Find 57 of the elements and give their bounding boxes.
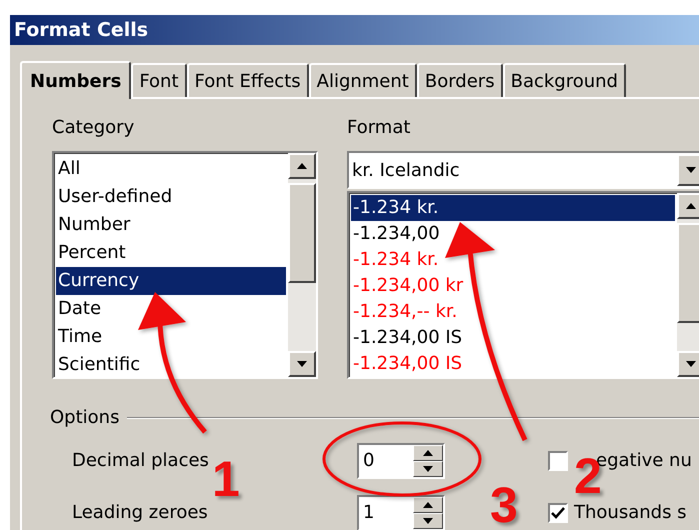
- down-arrow-icon: [686, 167, 696, 173]
- tab[interactable]: Background: [502, 63, 626, 97]
- list-item[interactable]: Date: [56, 295, 286, 323]
- options-label: Options: [50, 406, 120, 430]
- list-item[interactable]: Number: [56, 211, 286, 239]
- tab[interactable]: Numbers: [20, 61, 132, 99]
- up-arrow-icon: [423, 450, 433, 456]
- dropdown-button[interactable]: [677, 154, 699, 186]
- up-arrow-icon: [423, 502, 433, 508]
- tab[interactable]: Font Effects: [186, 63, 309, 97]
- tab[interactable]: Font: [131, 63, 187, 97]
- tab[interactable]: Alignment: [308, 63, 417, 97]
- down-arrow-icon: [297, 361, 307, 367]
- list-item[interactable]: All: [56, 155, 286, 183]
- scroll-down-button[interactable]: [677, 351, 699, 377]
- spin-up-button[interactable]: [413, 497, 443, 513]
- spin-up-button[interactable]: [413, 445, 443, 461]
- down-arrow-icon: [423, 466, 433, 472]
- up-arrow-icon: [297, 163, 307, 169]
- spin-down-button[interactable]: [413, 461, 443, 477]
- format-label: Format: [347, 116, 412, 140]
- category-label: Category: [52, 116, 136, 140]
- annotation-number: 1: [212, 458, 240, 500]
- list-item[interactable]: -1.234 kr.: [351, 247, 675, 273]
- down-arrow-icon: [423, 518, 433, 524]
- checkbox-label: Thousands s: [574, 501, 687, 525]
- list-item[interactable]: -1.234,00 IS: [351, 325, 675, 351]
- list-item[interactable]: Currency: [56, 267, 286, 295]
- annotation-number: 3: [490, 484, 518, 526]
- list-item[interactable]: User-defined: [56, 183, 286, 211]
- format-list[interactable]: -1.234 kr. -1.234,00 -1.234 kr. -1.234,00 kr -1.234,-- kr. -1.234,00 IS -1.234,00 IS: [347, 191, 699, 379]
- list-item[interactable]: Scientific: [56, 351, 286, 377]
- spin-field[interactable]: 1: [357, 495, 445, 530]
- scrollbar-thumb[interactable]: [677, 223, 699, 323]
- list-item[interactable]: -1.234,-- kr.: [351, 299, 675, 325]
- scroll-up-button[interactable]: [288, 153, 316, 179]
- up-arrow-icon: [686, 203, 696, 209]
- down-arrow-icon: [686, 361, 696, 367]
- category-list[interactable]: All User-defined Number Percent Currency Date Time Scientific: [52, 151, 318, 379]
- spin-down-button[interactable]: [413, 513, 443, 529]
- field-label: Decimal places: [72, 449, 210, 473]
- scroll-up-button[interactable]: [677, 193, 699, 219]
- list-item[interactable]: -1.234,00 IS: [351, 351, 675, 377]
- format-dropdown[interactable]: kr. Icelandic: [347, 151, 699, 189]
- list-item[interactable]: Time: [56, 323, 286, 351]
- field-label: Leading zeroes: [72, 501, 209, 525]
- spin-field[interactable]: 0: [357, 443, 445, 479]
- tab[interactable]: Borders: [416, 63, 503, 97]
- list-item[interactable]: Percent: [56, 239, 286, 267]
- list-item[interactable]: -1.234,00: [351, 221, 675, 247]
- checkbox[interactable]: [548, 451, 568, 471]
- checkbox[interactable]: [548, 503, 568, 523]
- list-item[interactable]: -1.234 kr.: [351, 195, 675, 221]
- window-title: Format Cells: [10, 15, 699, 45]
- scrollbar-thumb[interactable]: [288, 183, 316, 283]
- scroll-down-button[interactable]: [288, 351, 316, 377]
- list-item[interactable]: -1.234,00 kr: [351, 273, 675, 299]
